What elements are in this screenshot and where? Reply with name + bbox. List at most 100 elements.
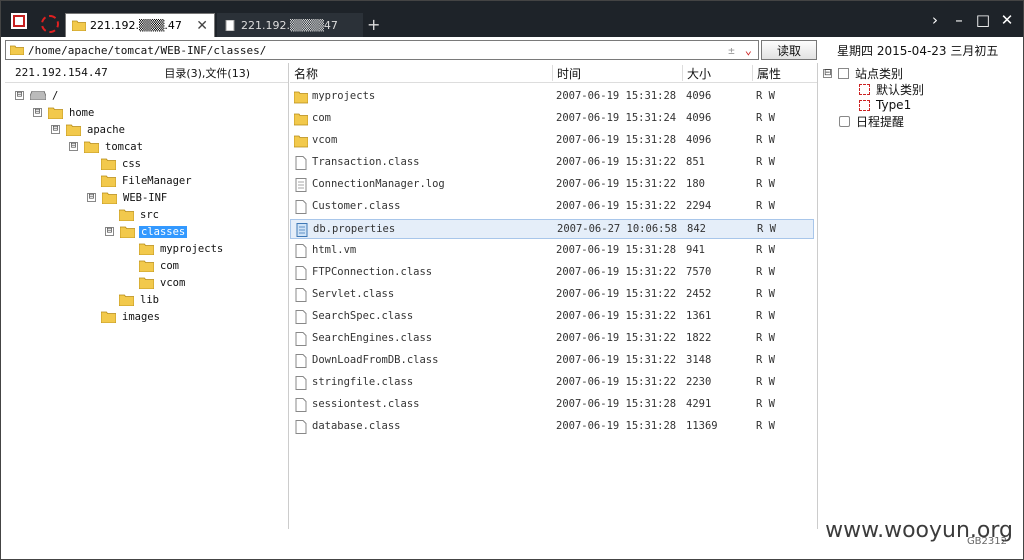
tree-node[interactable]: ⊟ classes (105, 223, 188, 240)
file-size: 7570 (686, 266, 712, 278)
file-row[interactable]: FTPConnection.class 2007-06-19 15:31:22 75… (290, 263, 814, 283)
reminder-icon (839, 115, 850, 127)
collapse-toggle-icon[interactable]: ⊟ (33, 108, 42, 117)
maximize-icon[interactable]: □ (975, 11, 991, 29)
file-row[interactable]: db.properties 2007-06-27 10:06:58 842 R W (290, 219, 814, 239)
file-row[interactable]: myprojects 2007-06-19 15:31:28 4096 R W (290, 87, 814, 107)
file-list-header: 名称 时间 大小 属性 (290, 63, 817, 83)
folder-icon (101, 158, 116, 170)
file-attr: R W (756, 112, 775, 124)
file-list-pane: 名称 时间 大小 属性 myprojects 2007-06-19 15:31:2… (290, 63, 818, 529)
file-attr: R W (756, 90, 775, 102)
close-icon[interactable]: ✕ (999, 11, 1015, 29)
tree-node[interactable]: myprojects (139, 240, 225, 257)
new-tab-button[interactable]: + (367, 15, 380, 34)
file-row[interactable]: ConnectionManager.log 2007-06-19 15:31:22… (290, 175, 814, 195)
file-time: 2007-06-27 10:06:58 (557, 223, 678, 235)
file-icon (295, 310, 307, 324)
file-manager-window: 221.192.▒▒▒.47 ✕ 221.192.▒▒▒▒47 + › – □ … (0, 0, 1024, 560)
column-time[interactable]: 时间 (552, 65, 682, 81)
file-name: Customer.class (312, 200, 401, 212)
tree-node-label: com (160, 259, 179, 272)
tree-node[interactable]: ⊟ home (33, 104, 96, 121)
tree-node-label: myprojects (160, 242, 224, 255)
text-file-icon (295, 178, 307, 192)
file-attr: R W (757, 223, 776, 235)
tree-node[interactable]: ⊟ / (15, 87, 60, 104)
tree-node-label: lib (140, 293, 159, 306)
tree-node[interactable]: images (101, 308, 162, 325)
folder-icon (10, 45, 24, 55)
drive-icon (30, 91, 46, 100)
more-icon[interactable]: › (927, 11, 943, 29)
file-row[interactable]: com 2007-06-19 15:31:24 4096 R W (290, 109, 814, 129)
collapse-toggle-icon[interactable]: ⊟ (15, 91, 24, 100)
schedule-reminder-item[interactable]: 日程提醒 (839, 113, 904, 129)
file-name: vcom (312, 134, 338, 146)
column-name[interactable]: 名称 (290, 65, 552, 81)
category-item-type1[interactable]: Type1 (859, 97, 911, 113)
tree-node-label: css (122, 157, 141, 170)
tree-node[interactable]: ⊟ WEB-INF (87, 189, 169, 206)
file-row[interactable]: Servlet.class 2007-06-19 15:31:22 2452 R W (290, 285, 814, 305)
tree-node-label: src (140, 208, 159, 221)
file-row[interactable]: vcom 2007-06-19 15:31:28 4096 R W (290, 131, 814, 151)
plus-minus-icon[interactable]: ± (728, 44, 735, 57)
tree-node[interactable]: ⊟ apache (51, 121, 127, 138)
app-logo-icon (11, 13, 27, 29)
file-size: 3148 (686, 354, 712, 366)
tree-node[interactable]: FileManager (101, 172, 194, 189)
file-name: sessiontest.class (312, 398, 420, 410)
tree-node[interactable]: com (139, 257, 181, 274)
collapse-toggle-icon[interactable]: ⊟ (823, 68, 832, 78)
file-row[interactable]: html.vm 2007-06-19 15:31:28 941 R W (290, 241, 814, 261)
path-input[interactable]: /home/apache/tomcat/WEB-INF/classes/ ± ⌄ (5, 40, 759, 60)
file-row[interactable]: SearchEngines.class 2007-06-19 15:31:22 18… (290, 329, 814, 349)
tab-label: 221.192.▒▒▒▒47 (241, 18, 338, 32)
file-row[interactable]: sessiontest.class 2007-06-19 15:31:28 4291… (290, 395, 814, 415)
chevron-down-icon[interactable]: ⌄ (745, 43, 752, 57)
column-attr[interactable]: 属性 (752, 65, 814, 81)
minimize-icon[interactable]: – (951, 11, 967, 29)
tab-session-2[interactable]: 221.192.▒▒▒▒47 (217, 13, 363, 37)
file-row[interactable]: DownLoadFromDB.class 2007-06-19 15:31:22 3… (290, 351, 814, 371)
category-label: Type1 (876, 98, 912, 112)
file-time: 2007-06-19 15:31:22 (556, 310, 677, 322)
tree-node[interactable]: css (101, 155, 143, 172)
category-item-default[interactable]: 默认类别 (859, 81, 924, 97)
collapse-toggle-icon[interactable]: ⊟ (87, 193, 96, 202)
file-row[interactable]: SearchSpec.class 2007-06-19 15:31:22 1361 R… (290, 307, 814, 327)
file-size: 1361 (686, 310, 712, 322)
tree-node-label: WEB-INF (123, 191, 168, 204)
close-tab-icon[interactable]: ✕ (196, 18, 208, 34)
folder-icon (294, 113, 308, 126)
tree-node[interactable]: lib (119, 291, 161, 308)
file-attr: R W (756, 398, 775, 410)
tree-node[interactable]: ⊟ tomcat (69, 138, 145, 155)
file-time: 2007-06-19 15:31:28 (556, 420, 677, 432)
tab-session-1[interactable]: 221.192.▒▒▒.47 ✕ (65, 13, 215, 37)
file-row[interactable]: Transaction.class 2007-06-19 15:31:22 851 R… (290, 153, 814, 173)
collapse-toggle-icon[interactable]: ⊟ (69, 142, 78, 151)
file-row[interactable]: database.class 2007-06-19 15:31:28 11369 R … (290, 417, 814, 437)
tree-node-label: classes (139, 225, 188, 238)
tab-label: 221.192.▒▒▒.47 (90, 19, 182, 32)
read-button[interactable]: 读取 (761, 40, 817, 60)
tree-node[interactable]: src (119, 206, 161, 223)
folder-icon (139, 277, 154, 289)
collapse-toggle-icon[interactable]: ⊟ (51, 125, 60, 134)
file-row[interactable]: stringfile.class 2007-06-19 15:31:22 2230 R… (290, 373, 814, 393)
folder-icon (101, 175, 116, 187)
collapse-toggle-icon[interactable]: ⊟ (105, 227, 114, 236)
address-row: /home/apache/tomcat/WEB-INF/classes/ ± ⌄… (5, 39, 1019, 61)
site-category-root[interactable]: ⊟ 站点类别 (823, 65, 903, 81)
column-size[interactable]: 大小 (682, 65, 752, 81)
encoding-label: GB2312 (966, 536, 1007, 547)
tree-node[interactable]: vcom (139, 274, 187, 291)
file-name: db.properties (313, 223, 396, 235)
server-ip: 221.192.154.47 (15, 66, 108, 79)
site-category-pane: ⊟ 站点类别 默认类别 Type1 日程提醒 (819, 63, 1023, 529)
record-icon[interactable] (41, 15, 59, 33)
category-icon (838, 67, 849, 79)
file-row[interactable]: Customer.class 2007-06-19 15:31:22 2294 R W (290, 197, 814, 217)
